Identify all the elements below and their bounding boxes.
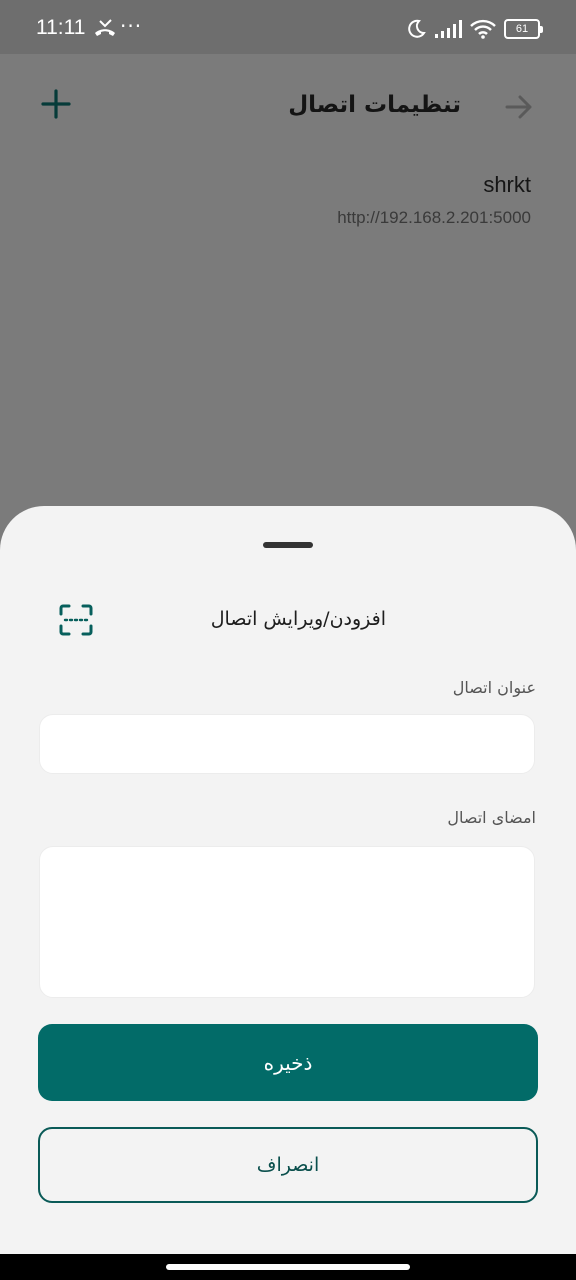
cancel-button[interactable]: انصراف bbox=[38, 1127, 538, 1203]
save-button[interactable]: ذخیره bbox=[38, 1024, 538, 1101]
cancel-button-label: انصراف bbox=[256, 1154, 320, 1176]
connection-signature-input[interactable] bbox=[39, 846, 535, 998]
sheet-title: افزودن/ویرایش اتصال bbox=[210, 608, 386, 630]
back-arrow-icon[interactable] bbox=[504, 92, 534, 122]
status-bar: 11:11 ··· 61 bbox=[0, 0, 576, 54]
navigation-bar bbox=[0, 1254, 576, 1280]
save-button-label: ذخیره bbox=[263, 1050, 313, 1075]
screen: 11:11 ··· 61 تنظیمات اتصال shrkt http://… bbox=[0, 0, 576, 1280]
bottom-sheet: افزودن/ویرایش اتصال عنوان اتصال امضای ات… bbox=[0, 506, 576, 1254]
qr-scan-icon[interactable] bbox=[59, 604, 93, 636]
connection-list-item[interactable]: shrkt http://192.168.2.201:5000 bbox=[131, 172, 531, 228]
missed-call-icon bbox=[95, 19, 115, 36]
status-more-dots: ··· bbox=[120, 14, 143, 38]
connection-signature-label: امضای اتصال bbox=[447, 808, 536, 827]
battery-level: 61 bbox=[515, 23, 529, 35]
home-gesture-pill[interactable] bbox=[166, 1264, 410, 1270]
battery-icon: 61 bbox=[504, 19, 543, 39]
connection-name: shrkt bbox=[483, 172, 531, 197]
signal-icon bbox=[435, 20, 462, 38]
connection-title-label: عنوان اتصال bbox=[452, 678, 536, 697]
connection-url: http://192.168.2.201:5000 bbox=[337, 208, 531, 227]
status-right-group: 61 bbox=[406, 17, 543, 41]
connection-title-input[interactable] bbox=[39, 714, 535, 774]
drag-handle[interactable] bbox=[263, 542, 313, 548]
plus-icon[interactable] bbox=[40, 88, 72, 120]
page-title: تنظیمات اتصال bbox=[288, 92, 461, 118]
status-time: 11:11 bbox=[36, 16, 86, 39]
wifi-icon bbox=[470, 19, 496, 39]
moon-icon bbox=[408, 19, 426, 38]
